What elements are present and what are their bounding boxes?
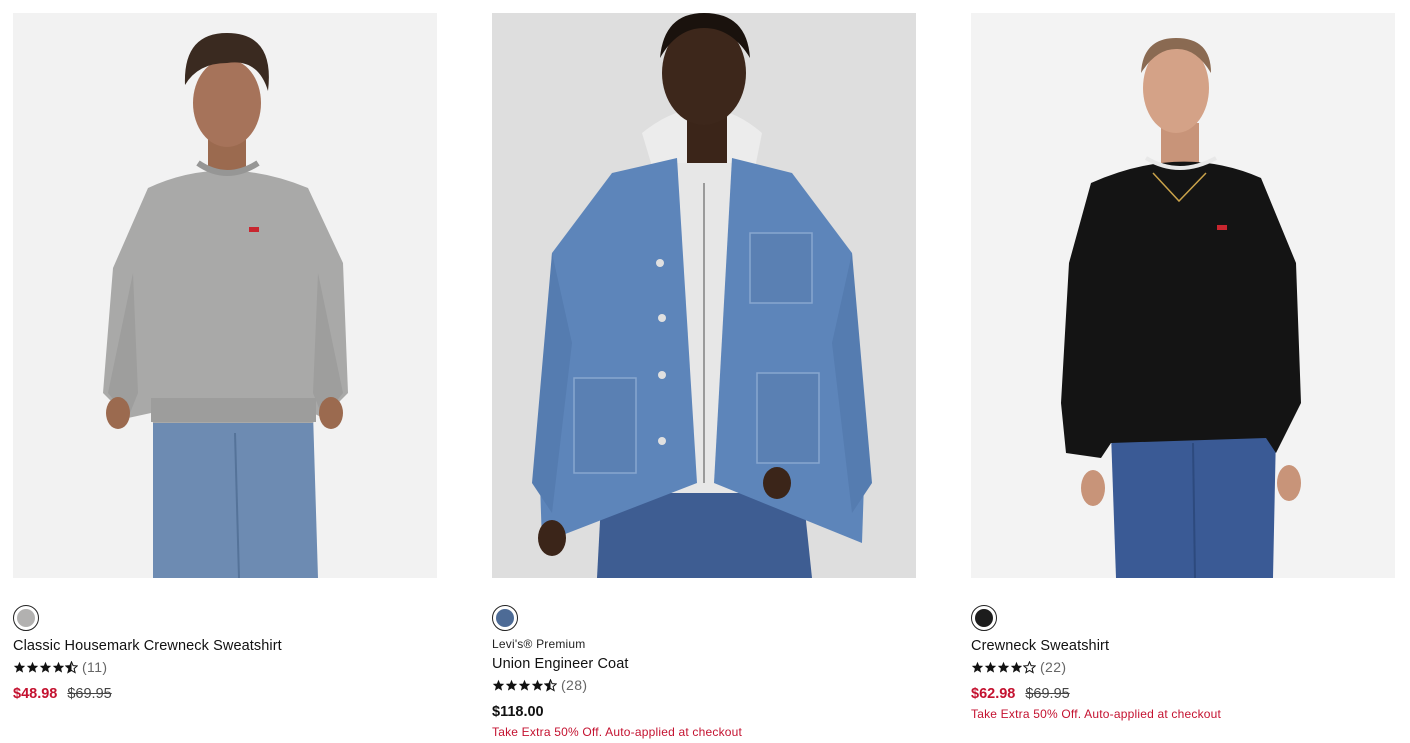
rating-stars bbox=[971, 660, 1036, 674]
product-card[interactable]: Levi's® Premium Union Engineer Coat (28)… bbox=[492, 13, 916, 739]
review-count: (22) bbox=[1040, 659, 1067, 675]
rating-stars bbox=[13, 660, 78, 674]
review-count: (11) bbox=[82, 659, 108, 675]
product-name[interactable]: Crewneck Sweatshirt bbox=[971, 637, 1395, 655]
swatch-fill bbox=[496, 609, 514, 627]
star-icon bbox=[1010, 661, 1023, 674]
price-row: $62.98 $69.95 bbox=[971, 685, 1395, 703]
product-card[interactable]: Crewneck Sweatshirt (22) $62.98 $69.95 Ta… bbox=[971, 13, 1395, 721]
product-card[interactable]: Classic Housemark Crewneck Sweatshirt (1… bbox=[13, 13, 437, 703]
star-icon bbox=[531, 679, 544, 692]
promo-text: Take Extra 50% Off. Auto-applied at chec… bbox=[971, 707, 1222, 721]
star-icon bbox=[997, 661, 1010, 674]
color-swatch[interactable] bbox=[971, 605, 997, 631]
color-swatch[interactable] bbox=[13, 605, 39, 631]
original-price: $69.95 bbox=[67, 686, 112, 702]
product-image[interactable] bbox=[492, 13, 916, 578]
product-rating[interactable]: (11) bbox=[13, 659, 437, 675]
promo-text: Take Extra 50% Off. Auto-applied at chec… bbox=[492, 725, 743, 739]
star-icon bbox=[52, 661, 65, 674]
product-name[interactable]: Classic Housemark Crewneck Sweatshirt bbox=[13, 637, 437, 655]
sale-price: $62.98 bbox=[971, 686, 1016, 702]
star-icon bbox=[971, 661, 984, 674]
product-image[interactable] bbox=[13, 13, 437, 578]
star-icon bbox=[505, 679, 518, 692]
product-rating[interactable]: (28) bbox=[492, 677, 916, 693]
star-icon bbox=[492, 679, 505, 692]
price-row: $48.98 $69.95 bbox=[13, 685, 437, 703]
star-icon bbox=[13, 661, 26, 674]
star-icon bbox=[26, 661, 39, 674]
star-icon bbox=[39, 661, 52, 674]
swatch-fill bbox=[975, 609, 993, 627]
product-image[interactable] bbox=[971, 13, 1395, 578]
color-swatch[interactable] bbox=[492, 605, 518, 631]
product-brand: Levi's® Premium bbox=[492, 637, 586, 651]
star-icon bbox=[518, 679, 531, 692]
star-empty-icon bbox=[1023, 660, 1036, 674]
rating-stars bbox=[492, 678, 557, 692]
price-row: $118.00 bbox=[492, 703, 916, 721]
swatch-fill bbox=[17, 609, 35, 627]
sale-price: $48.98 bbox=[13, 686, 58, 702]
star-half-icon bbox=[544, 678, 557, 692]
regular-price: $118.00 bbox=[492, 704, 544, 720]
product-name[interactable]: Union Engineer Coat bbox=[492, 655, 916, 673]
product-rating[interactable]: (22) bbox=[971, 659, 1395, 675]
review-count: (28) bbox=[561, 677, 588, 693]
star-half-icon bbox=[65, 660, 78, 674]
original-price: $69.95 bbox=[1025, 686, 1070, 702]
star-icon bbox=[984, 661, 997, 674]
